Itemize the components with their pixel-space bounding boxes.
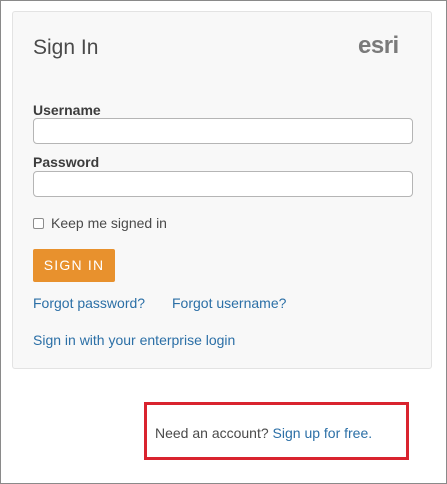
sign-in-button[interactable]: SIGN IN [33, 249, 115, 282]
esri-logo-text: esri [358, 32, 399, 59]
username-label: Username [33, 102, 101, 118]
signup-prompt: Need an account? Sign up for free. [155, 424, 372, 442]
username-input[interactable] [33, 118, 413, 144]
forgot-password-link[interactable]: Forgot password? [33, 294, 145, 312]
enterprise-login-link[interactable]: Sign in with your enterprise login [33, 331, 235, 349]
keep-signed-in-checkbox[interactable] [33, 217, 44, 229]
esri-logo: esri [358, 32, 399, 59]
password-input[interactable] [33, 171, 413, 197]
sign-up-link[interactable]: Sign up for free. [273, 425, 373, 441]
keep-signed-in-row[interactable]: Keep me signed in [33, 214, 167, 232]
page-title: Sign In [33, 36, 99, 59]
keep-signed-in-label[interactable]: Keep me signed in [51, 214, 167, 232]
signup-prompt-text: Need an account? [155, 425, 269, 441]
signin-card: Sign In esri Username Password Keep me s… [12, 11, 432, 369]
password-label: Password [33, 154, 100, 170]
forgot-username-link[interactable]: Forgot username? [172, 294, 286, 312]
